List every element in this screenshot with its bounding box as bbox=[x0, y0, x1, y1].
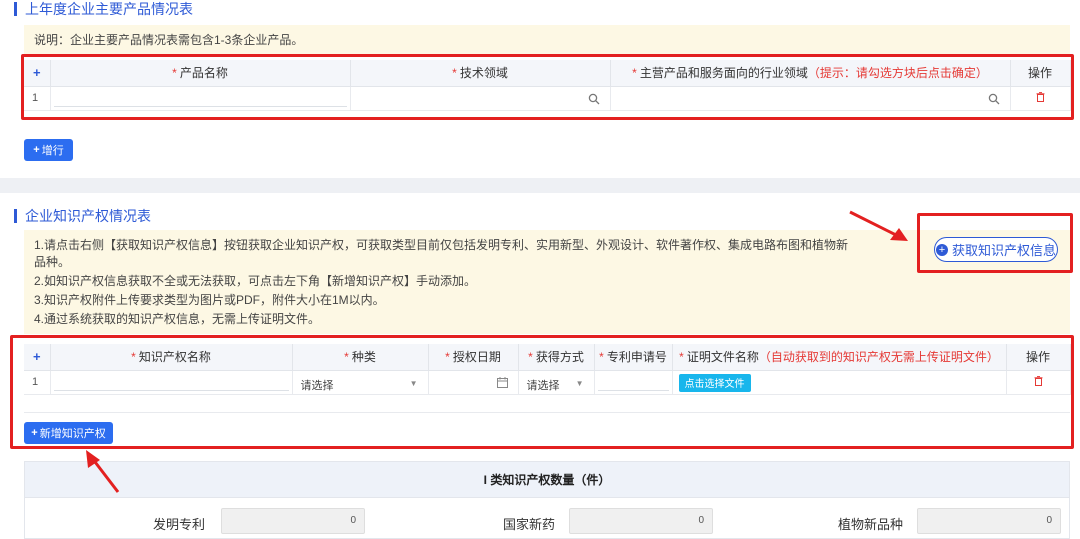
caret-down-icon: ▼ bbox=[409, 378, 418, 388]
delete-ip-row-cell bbox=[1006, 370, 1071, 395]
ip-count-table: I 类知识产权数量（件） 发明专利 0 国家新药 0 植物新品种 0 bbox=[24, 461, 1070, 539]
products-table: + * 产品名称 * 技术领域 * 主营产品和服务面向的行业领域（提示：请勾选方块后点… bbox=[24, 60, 1071, 111]
col-patent-no: * 专利申请号 bbox=[594, 344, 673, 371]
patent-no-input[interactable] bbox=[594, 370, 673, 395]
add-ip-header[interactable]: + bbox=[24, 344, 51, 371]
col-ip-name: * 知识产权名称 bbox=[50, 344, 293, 371]
tech-field-input[interactable] bbox=[350, 86, 611, 111]
calendar-icon[interactable] bbox=[496, 376, 508, 388]
stat-value-plant-variety[interactable]: 0 bbox=[917, 508, 1061, 534]
col-action: 操作 bbox=[1010, 60, 1071, 87]
col-grant-date: * 授权日期 bbox=[428, 344, 519, 371]
choose-file-button[interactable]: 点击选择文件 bbox=[678, 373, 751, 392]
ip-table: + * 知识产权名称 * 种类 * 授权日期 * 获得方式 * 专利申请号 * 证明文件名称… bbox=[24, 344, 1071, 413]
col-ip-action: 操作 bbox=[1006, 344, 1071, 371]
ip-note-2: 2.如知识产权信息获取不全或无法获取，可点击左下角【新增知识产权】手动添加。 bbox=[34, 274, 477, 288]
products-note: 说明：企业主要产品情况表需包含1-3条企业产品。 bbox=[24, 25, 1070, 57]
stat-value-invention-patent[interactable]: 0 bbox=[221, 508, 365, 534]
section-title-products: 上年度企业主要产品情况表 bbox=[14, 2, 193, 16]
acquire-method-select[interactable]: 请选择 ▼ bbox=[518, 370, 595, 395]
col-cert-file: * 证明文件名称（自动获取到的知识产权无需上传证明文件） bbox=[672, 344, 1007, 371]
col-tech-field: * 技术领域 bbox=[350, 60, 611, 87]
type-select[interactable]: 请选择 ▼ bbox=[292, 370, 429, 395]
ip-table-wrap: + * 知识产权名称 * 种类 * 授权日期 * 获得方式 * 专利申请号 * 证明文件名称… bbox=[24, 344, 1071, 413]
products-card: 上年度企业主要产品情况表 说明：企业主要产品情况表需包含1-3条企业产品。 + … bbox=[0, 0, 1080, 178]
stat-label-invention-patent: 发明专利 bbox=[152, 517, 205, 532]
industry-input[interactable] bbox=[610, 86, 1011, 111]
cert-file-cell: 点击选择文件 bbox=[672, 370, 1007, 395]
section-title-ip: 企业知识产权情况表 bbox=[14, 209, 151, 223]
add-ip-button[interactable]: + 新增知识产权 bbox=[24, 422, 113, 444]
search-icon[interactable] bbox=[588, 93, 600, 105]
ip-notes: 1.请点击右侧【获取知识产权信息】按钮获取企业知识产权，可获取类型目前仅包括发明… bbox=[24, 230, 1070, 334]
stat-label-plant-variety: 植物新品种 bbox=[837, 517, 903, 532]
ip-count-title: I 类知识产权数量（件） bbox=[25, 462, 1069, 498]
trash-icon[interactable] bbox=[1036, 91, 1045, 102]
trash-icon[interactable] bbox=[1034, 375, 1043, 386]
ip-name-input[interactable] bbox=[50, 370, 293, 395]
table-row: 1 bbox=[24, 86, 1071, 111]
plus-circle-icon: + bbox=[935, 243, 948, 256]
products-table-wrap: + * 产品名称 * 技术领域 * 主营产品和服务面向的行业领域（提示：请勾选方块后点… bbox=[24, 60, 1071, 111]
stat-value-national-drug[interactable]: 0 bbox=[569, 508, 713, 534]
product-name-input[interactable] bbox=[50, 86, 351, 111]
products-note-text: 说明：企业主要产品情况表需包含1-3条企业产品。 bbox=[34, 33, 304, 47]
ip-note-1: 1.请点击右侧【获取知识产权信息】按钮获取企业知识产权，可获取类型目前仅包括发明… bbox=[34, 238, 849, 269]
add-row-button[interactable]: + 增行 bbox=[24, 139, 73, 161]
ip-note-3: 3.知识产权附件上传要求类型为图片或PDF，附件大小在1M以内。 bbox=[34, 293, 385, 307]
search-icon[interactable] bbox=[988, 93, 1000, 105]
col-product-name: * 产品名称 bbox=[50, 60, 351, 87]
col-industry: * 主营产品和服务面向的行业领域（提示：请勾选方块后点击确定） bbox=[610, 60, 1011, 87]
ip-note-4: 4.通过系统获取的知识产权信息，无需上传证明文件。 bbox=[34, 312, 321, 326]
fetch-ip-button[interactable]: + 获取知识产权信息 bbox=[934, 237, 1058, 262]
table-row: 1 请选择 ▼ 请选择 ▼ 点击选择文件 bbox=[24, 370, 1071, 395]
row-index: 1 bbox=[24, 370, 51, 395]
type-select-value: 请选择 bbox=[300, 379, 334, 392]
add-row-header[interactable]: + bbox=[24, 60, 51, 87]
col-acquire-method: * 获得方式 bbox=[518, 344, 595, 371]
caret-down-icon: ▼ bbox=[575, 378, 584, 388]
stat-label-national-drug: 国家新药 bbox=[502, 517, 555, 532]
col-type: * 种类 bbox=[292, 344, 429, 371]
acquire-select-value: 请选择 bbox=[526, 379, 560, 392]
row-index: 1 bbox=[24, 86, 51, 111]
delete-row-cell bbox=[1010, 86, 1071, 111]
grant-date-input[interactable] bbox=[428, 370, 519, 395]
